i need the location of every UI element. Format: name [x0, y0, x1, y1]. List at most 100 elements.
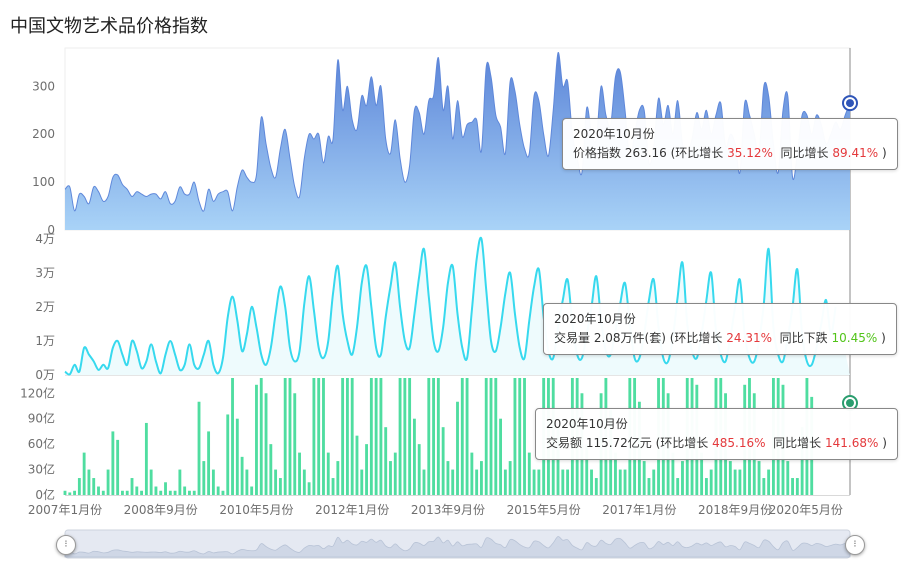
amount-bar — [317, 378, 321, 495]
amount-bar — [566, 469, 570, 495]
amount-bar — [144, 422, 148, 495]
amount-bar — [470, 452, 474, 495]
amount-bar — [398, 378, 402, 495]
amount-bar — [791, 478, 794, 495]
x-tick-label: 2018年9月份 — [698, 503, 772, 517]
amount-tooltip-mom: 485.16% — [712, 436, 766, 450]
amount-bar — [345, 378, 349, 495]
amount-bar — [532, 469, 536, 495]
amount-bar — [207, 431, 211, 495]
amount-bar — [537, 469, 541, 495]
volume-tooltip-mom: 24.31% — [726, 331, 772, 345]
amount-bar — [623, 469, 627, 495]
amount-bar — [456, 401, 459, 495]
amount-bar — [211, 469, 215, 495]
amount-bar — [494, 378, 498, 495]
amount-bar — [216, 486, 220, 495]
amount-bar — [393, 452, 397, 495]
amount-bar — [235, 418, 239, 495]
amount-bar — [82, 452, 86, 495]
amount-bar — [427, 378, 431, 495]
price-index-marker-dot — [846, 99, 854, 108]
amount-bar — [168, 490, 172, 495]
x-tick-label: 2020年5月份 — [769, 503, 843, 517]
amount-bar — [590, 469, 593, 495]
volume-tooltip-date: 2020年10月份 — [554, 312, 636, 326]
slider-left-handle-icon[interactable]: ⁝ — [56, 535, 76, 555]
amount-bar — [288, 378, 292, 495]
amount-bar — [647, 478, 651, 495]
amount-bar — [757, 461, 761, 495]
amount-bar — [652, 469, 656, 495]
x-tick-label: 2008年9月份 — [124, 503, 198, 517]
volume-tooltip-tail: ) — [881, 331, 886, 345]
amount-bar — [135, 486, 139, 495]
amount-bar — [446, 461, 450, 495]
amount-bar — [408, 378, 412, 495]
volume-tooltip-label: 交易量 2.08万件(套) (环比增长 — [554, 331, 723, 345]
amount-bar — [527, 452, 531, 495]
amount-bar — [403, 378, 407, 495]
amount-bar — [412, 418, 416, 495]
amount-bar — [733, 469, 737, 495]
amount-bar — [264, 393, 268, 495]
amount-bar — [130, 478, 134, 495]
price-tooltip-label: 价格指数 263.16 (环比增长 — [573, 146, 724, 160]
amount-bar — [518, 378, 522, 495]
amount-bar — [92, 478, 96, 495]
amount-bar — [250, 486, 254, 495]
data-zoom-slider — [64, 529, 851, 559]
amount-ytick-label: 90亿 — [28, 411, 55, 426]
amount-bar — [307, 482, 311, 495]
x-tick-label: 2007年1月份 — [28, 503, 102, 517]
amount-bar — [188, 490, 191, 495]
amount-bar — [594, 478, 598, 495]
price-ytick-label: 200 — [32, 127, 55, 141]
amount-bar — [202, 461, 206, 495]
amount-bar — [499, 418, 503, 495]
x-tick-label: 2012年1月份 — [315, 503, 389, 517]
volume-ytick-label: 1万 — [35, 334, 55, 348]
amount-bar — [255, 384, 258, 495]
chart-area[interactable]: 01002003000万1万2万3万4万0亿30亿60亿90亿120亿2007年… — [0, 0, 914, 571]
amount-ytick-label: 120亿 — [20, 385, 55, 400]
volume-ytick-label: 3万 — [35, 266, 55, 280]
volume-ytick-label: 2万 — [35, 300, 55, 314]
volume-ytick-label: 0万 — [35, 368, 55, 382]
amount-bar — [436, 378, 440, 495]
amount-bar — [503, 469, 507, 495]
slider-right-handle-icon[interactable]: ⁝ — [845, 535, 865, 555]
amount-bar — [73, 490, 77, 495]
amount-bar — [513, 378, 517, 495]
x-tick-label: 2015年5月份 — [507, 503, 581, 517]
amount-bar — [422, 469, 426, 495]
amount-bar — [379, 378, 383, 495]
amount-bar — [322, 378, 325, 495]
amount-tooltip: 2020年10月份 交易额 115.72亿元 (环比增长 485.16% 同比增… — [535, 408, 898, 460]
amount-bar — [63, 490, 67, 495]
amount-bar — [341, 378, 345, 495]
amount-bar — [192, 490, 196, 495]
amount-bar — [331, 478, 335, 495]
volume-baseline — [65, 375, 850, 376]
amount-bar — [475, 469, 479, 495]
amount-bar — [278, 478, 282, 495]
amount-bar — [68, 492, 72, 495]
amount-bar — [369, 378, 373, 495]
amount-bar — [460, 378, 464, 495]
amount-bar — [360, 469, 364, 495]
amount-bar — [101, 490, 105, 495]
amount-bar — [269, 444, 273, 495]
amount-tooltip-yoy-label: 同比增长 — [773, 436, 822, 450]
amount-bar — [312, 378, 316, 495]
amount-bar — [111, 431, 115, 495]
amount-bar — [681, 461, 684, 495]
x-tick-label: 2010年5月份 — [219, 503, 293, 517]
amount-bar — [221, 490, 225, 495]
amount-bar — [365, 444, 368, 495]
x-tick-label: 2013年9月份 — [411, 503, 485, 517]
amount-tooltip-yoy: 141.68% — [825, 436, 879, 450]
amount-bar — [642, 461, 646, 495]
amount-bar — [283, 378, 287, 495]
amount-bar — [154, 486, 158, 495]
